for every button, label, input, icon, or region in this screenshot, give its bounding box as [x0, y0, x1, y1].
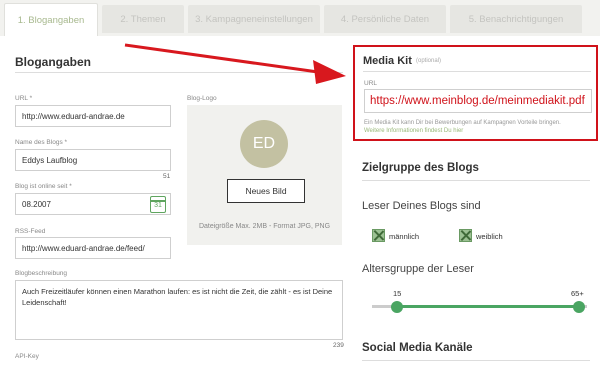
annotation-arrow-icon: [124, 43, 346, 84]
